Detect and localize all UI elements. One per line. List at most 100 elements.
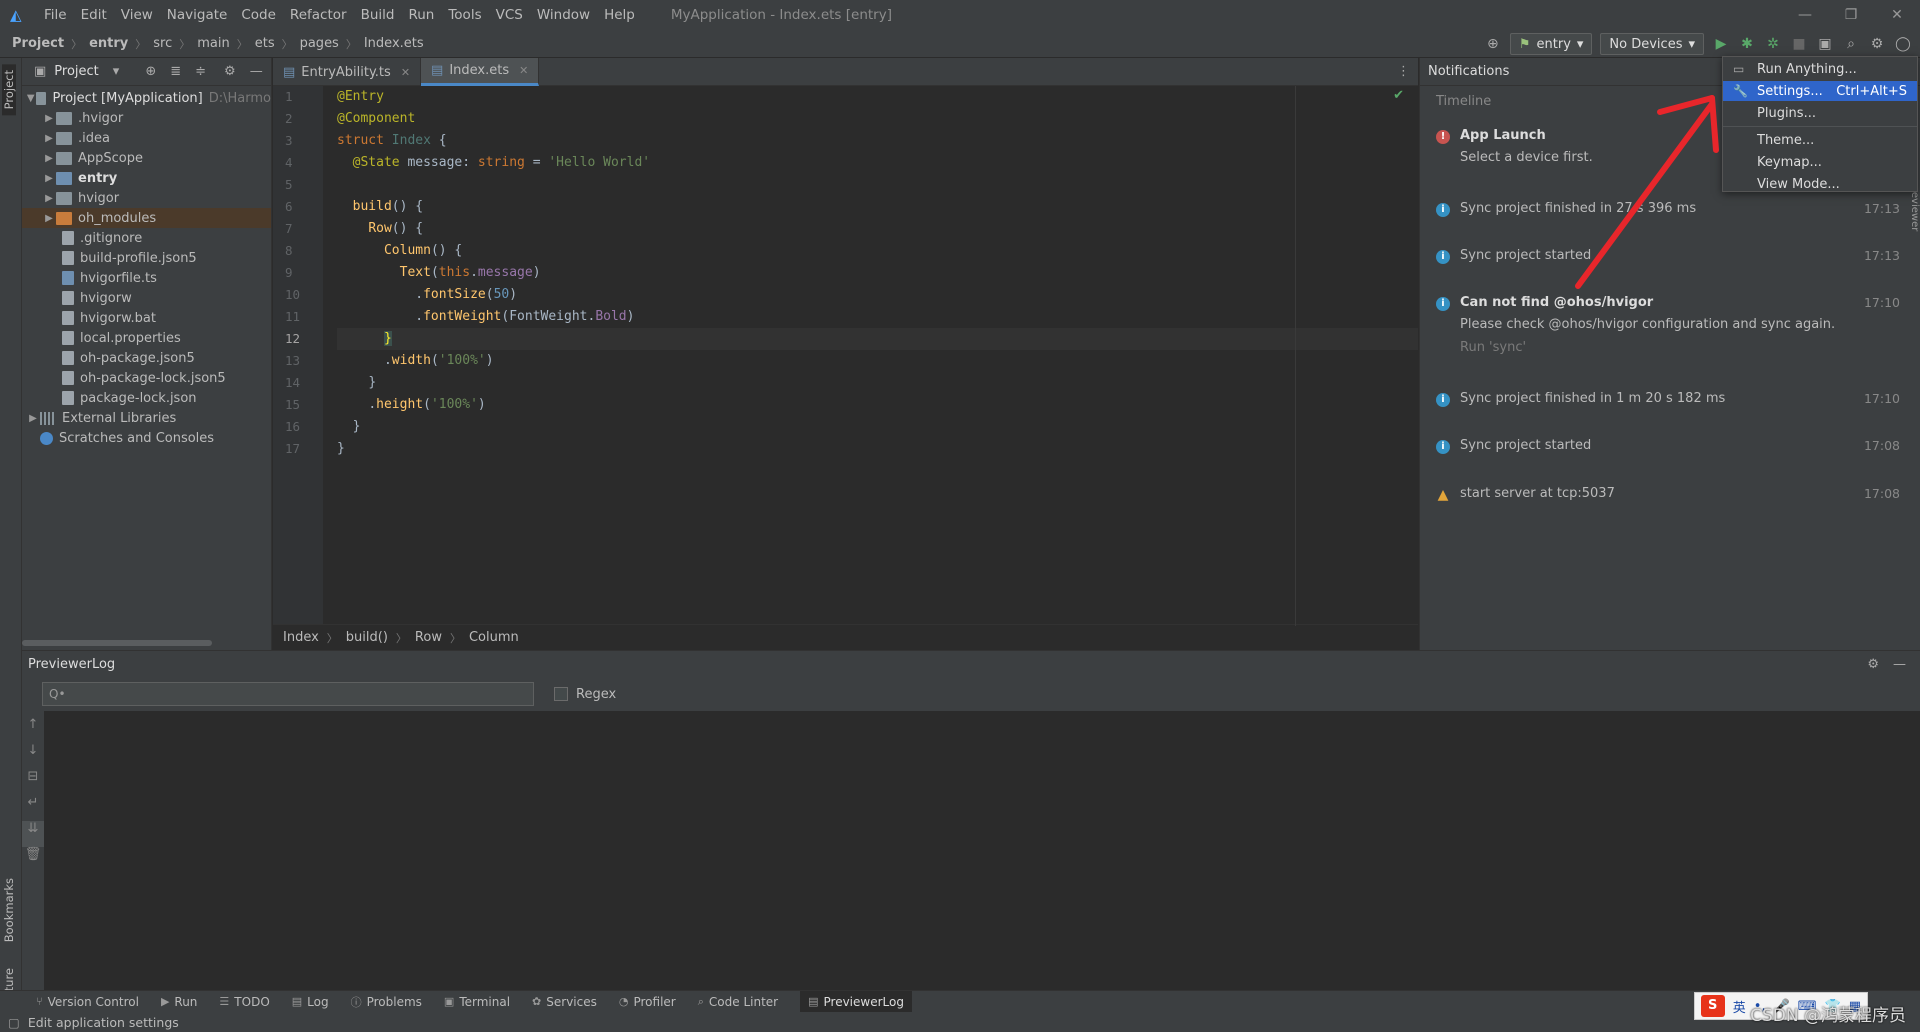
tool-tab-profiler[interactable]: ◔ Profiler bbox=[619, 995, 676, 1009]
menu-window[interactable]: Window bbox=[537, 7, 590, 23]
ime-language[interactable]: 英 bbox=[1733, 997, 1746, 1016]
close-tab-icon[interactable]: ✕ bbox=[519, 64, 528, 77]
notification-item[interactable]: i Can not find @ohos/hvigor 17:10 Please… bbox=[1436, 295, 1900, 355]
tree-item-hvigorw-bat[interactable]: hvigorw.bat bbox=[22, 308, 271, 328]
menu-item-plugins[interactable]: Plugins... bbox=[1723, 103, 1917, 123]
tool-tab-log[interactable]: ▤ Log bbox=[292, 995, 329, 1009]
notification-item[interactable]: i Sync project started 17:13 bbox=[1436, 248, 1900, 264]
chevron-down-icon[interactable]: ▾ bbox=[113, 64, 120, 79]
tree-item-external-libraries[interactable]: ▶ External Libraries bbox=[22, 408, 271, 428]
menu-file[interactable]: File bbox=[44, 7, 67, 23]
tree-item-oh-package-lock[interactable]: oh-package-lock.json5 bbox=[22, 368, 271, 388]
expand-all-icon[interactable]: ≣ bbox=[170, 64, 181, 79]
attach-debugger-icon[interactable]: ✲ bbox=[1764, 35, 1782, 53]
tree-item-root[interactable]: ▼ Project [MyApplication] D:\Harmo bbox=[22, 88, 271, 108]
locate-icon[interactable]: ⊕ bbox=[145, 64, 156, 79]
menu-run[interactable]: Run bbox=[408, 7, 434, 23]
tool-tab-code-linter[interactable]: ⌕ Code Linter bbox=[698, 995, 778, 1009]
breadcrumb-row[interactable]: Row bbox=[415, 630, 442, 645]
tree-item-entry[interactable]: ▶ entry bbox=[22, 168, 271, 188]
hide-icon[interactable]: — bbox=[1893, 657, 1906, 672]
menu-refactor[interactable]: Refactor bbox=[290, 7, 347, 23]
menu-item-view-mode[interactable]: View Mode... bbox=[1723, 174, 1917, 194]
status-toggle-icon[interactable]: ▢ bbox=[8, 1015, 20, 1030]
breadcrumb-entry[interactable]: entry bbox=[89, 36, 128, 51]
up-arrow-icon[interactable]: ↑ bbox=[22, 717, 44, 743]
reviewer-side-tab[interactable]: reviewer bbox=[1909, 188, 1920, 231]
breadcrumb-index[interactable]: Index bbox=[283, 630, 319, 645]
tree-item-oh-package[interactable]: oh-package.json5 bbox=[22, 348, 271, 368]
restore-icon[interactable]: ❐ bbox=[1828, 0, 1874, 30]
close-icon[interactable]: ✕ bbox=[1874, 0, 1920, 30]
tree-item-hvigorfile[interactable]: hvigorfile.ts bbox=[22, 268, 271, 288]
tree-item-idea[interactable]: ▶ .idea bbox=[22, 128, 271, 148]
tree-item-gitignore[interactable]: .gitignore bbox=[22, 228, 271, 248]
code-area[interactable]: @Entry @Component struct Index { @State … bbox=[337, 86, 1418, 624]
project-view-select[interactable]: Project bbox=[54, 64, 98, 79]
more-options-icon[interactable]: ⋮ bbox=[1397, 64, 1410, 79]
tree-item-local-properties[interactable]: local.properties bbox=[22, 328, 271, 348]
menu-help[interactable]: Help bbox=[604, 7, 635, 23]
menu-navigate[interactable]: Navigate bbox=[167, 7, 228, 23]
stop-icon[interactable]: ■ bbox=[1790, 35, 1808, 53]
debug-icon[interactable]: ✱ bbox=[1738, 35, 1756, 53]
run-icon[interactable]: ▶ bbox=[1712, 35, 1730, 53]
tree-item-package-lock[interactable]: package-lock.json bbox=[22, 388, 271, 408]
breadcrumb-file[interactable]: Index.ets bbox=[364, 36, 424, 51]
notification-item[interactable]: i Sync project finished in 1 m 20 s 182 … bbox=[1436, 391, 1900, 407]
gear-icon[interactable]: ⚙ bbox=[1868, 35, 1886, 53]
trash-icon[interactable]: 🗑 bbox=[22, 847, 44, 873]
regex-checkbox[interactable]: Regex bbox=[554, 687, 616, 702]
tool-tab-problems[interactable]: ⓘ Problems bbox=[351, 994, 422, 1010]
menu-item-settings[interactable]: 🔧 Settings... Ctrl+Alt+S bbox=[1723, 81, 1917, 101]
tool-tab-run[interactable]: ▶ Run bbox=[161, 995, 197, 1009]
notification-item[interactable]: i Sync project finished in 27 s 396 ms 1… bbox=[1436, 201, 1900, 217]
tool-tab-version-control[interactable]: ⑂ Version Control bbox=[36, 995, 139, 1009]
soft-wrap-icon[interactable]: ↵ bbox=[22, 795, 44, 821]
target-icon[interactable]: ⊕ bbox=[1484, 35, 1502, 53]
menu-item-keymap[interactable]: Keymap... bbox=[1723, 152, 1917, 172]
notification-item[interactable]: i Sync project started 17:08 bbox=[1436, 438, 1900, 454]
log-search-input[interactable]: Q• bbox=[42, 682, 534, 706]
menu-view[interactable]: View bbox=[121, 7, 153, 23]
project-horizontal-scrollbar[interactable] bbox=[22, 640, 212, 646]
bookmarks-tool-tab[interactable]: Bookmarks bbox=[2, 878, 16, 942]
checkbox[interactable] bbox=[554, 687, 568, 701]
breadcrumb-pages[interactable]: pages bbox=[300, 36, 339, 51]
menu-vcs[interactable]: VCS bbox=[496, 7, 523, 23]
tree-item-scratches[interactable]: Scratches and Consoles bbox=[22, 428, 271, 448]
menu-code[interactable]: Code bbox=[241, 7, 276, 23]
tree-item-hvigorw[interactable]: hvigorw bbox=[22, 288, 271, 308]
tree-item-appscope[interactable]: ▶ AppScope bbox=[22, 148, 271, 168]
tool-tab-previewerlog[interactable]: ▤ PreviewerLog bbox=[800, 990, 912, 1013]
tree-item-hvigor-hidden[interactable]: ▶ .hvigor bbox=[22, 108, 271, 128]
project-structure-icon[interactable]: ▣ bbox=[1816, 35, 1834, 53]
scroll-to-end-icon[interactable]: ⇊ bbox=[22, 821, 44, 847]
tree-item-oh-modules[interactable]: ▶ oh_modules bbox=[22, 208, 271, 228]
menu-item-run-anything[interactable]: ▭ Run Anything... bbox=[1723, 59, 1917, 79]
tool-tab-services[interactable]: ✿ Services bbox=[532, 995, 597, 1009]
tab-index[interactable]: ▤ Index.ets ✕ bbox=[421, 58, 540, 86]
project-tool-tab[interactable]: Project bbox=[2, 64, 16, 116]
tab-entryability[interactable]: ▤ EntryAbility.ts ✕ bbox=[273, 58, 422, 86]
filter-icon[interactable]: ⊟ bbox=[22, 769, 44, 795]
tree-item-hvigor[interactable]: ▶ hvigor bbox=[22, 188, 271, 208]
log-output[interactable] bbox=[44, 711, 1900, 990]
menu-tools[interactable]: Tools bbox=[448, 7, 481, 23]
gear-icon[interactable]: ⚙ bbox=[1867, 657, 1879, 672]
menu-build[interactable]: Build bbox=[361, 7, 395, 23]
close-tab-icon[interactable]: ✕ bbox=[401, 66, 410, 79]
breadcrumb-src[interactable]: src bbox=[153, 36, 172, 51]
collapse-all-icon[interactable]: ≑ bbox=[195, 64, 206, 79]
run-config-select[interactable]: ⚑ entry ▾ bbox=[1509, 33, 1593, 55]
gear-icon[interactable]: ⚙ bbox=[224, 64, 236, 79]
tree-item-build-profile[interactable]: build-profile.json5 bbox=[22, 248, 271, 268]
run-sync-link[interactable]: Run 'sync' bbox=[1460, 340, 1896, 355]
minimize-icon[interactable]: — bbox=[1782, 0, 1828, 30]
search-icon[interactable]: ⌕ bbox=[1842, 35, 1860, 53]
menu-item-theme[interactable]: Theme... bbox=[1723, 130, 1917, 150]
breadcrumb-column[interactable]: Column bbox=[469, 630, 519, 645]
menu-edit[interactable]: Edit bbox=[81, 7, 107, 23]
account-icon[interactable]: ◯ bbox=[1894, 35, 1912, 53]
tool-tab-terminal[interactable]: ▣ Terminal bbox=[444, 995, 510, 1009]
